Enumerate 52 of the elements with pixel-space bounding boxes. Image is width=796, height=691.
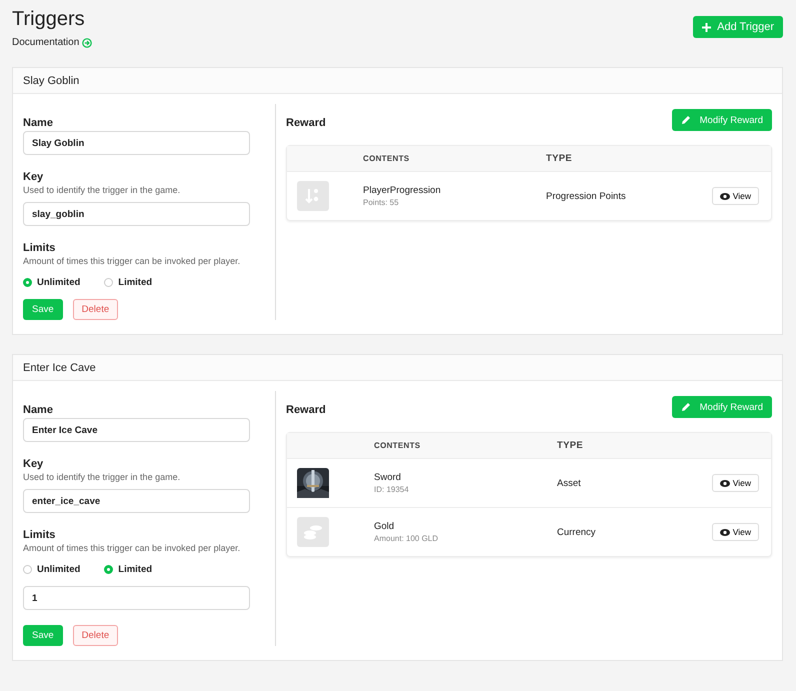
eye-icon	[720, 192, 730, 200]
radio-option[interactable]: Limited	[104, 277, 152, 288]
column-header: CONTENTS	[363, 154, 410, 163]
input-field[interactable]: Enter Ice Cave	[23, 418, 250, 442]
content-detail: Amount: 100 GLD	[374, 534, 440, 543]
column-header: TYPE	[546, 153, 574, 164]
column-header: TYPE	[557, 440, 584, 451]
input-field[interactable]: enter_ice_cave	[23, 489, 250, 513]
page-title: Triggers	[12, 8, 86, 31]
eye-icon	[720, 528, 730, 536]
input-field[interactable]: 1	[23, 586, 250, 610]
sort-icon	[297, 181, 329, 211]
field-hint: Used to identify the trigger in the game.	[23, 472, 182, 482]
content-type: Currency	[557, 526, 597, 538]
content-name: PlayerProgression	[363, 185, 442, 196]
pencil-icon	[680, 115, 691, 125]
content-type: Asset	[557, 478, 582, 488]
view-button[interactable]: View	[712, 523, 759, 541]
field-label: Key	[23, 171, 44, 183]
section-label: Reward	[286, 117, 326, 129]
plus-icon	[702, 22, 712, 32]
arrow-circle-icon	[82, 38, 92, 48]
delete-button[interactable]: Delete	[72, 625, 118, 646]
card-title: Enter Ice Cave	[13, 355, 782, 381]
view-button[interactable]: View	[712, 187, 759, 205]
view-button[interactable]: View	[712, 474, 759, 492]
radio-option[interactable]: Unlimited	[23, 564, 80, 575]
content-name: Sword	[374, 472, 402, 483]
field-hint: Amount of times this trigger can be invoked per player.	[23, 543, 242, 553]
content-type: Progression Points	[546, 190, 627, 202]
field-label: Key	[23, 458, 44, 470]
field-label: Limits	[23, 529, 56, 541]
field-label: Name	[23, 117, 54, 129]
section-label: Reward	[286, 404, 326, 416]
field-hint: Amount of times this trigger can be invoked per player.	[23, 256, 242, 266]
field-label: Name	[23, 404, 54, 416]
radio-option[interactable]: Limited	[104, 564, 152, 575]
input-field[interactable]: slay_goblin	[23, 202, 250, 226]
content-name: Gold	[374, 521, 396, 532]
field-label: Limits	[23, 242, 56, 254]
pencil-icon	[680, 402, 691, 412]
radio-option[interactable]: Unlimited	[23, 277, 80, 288]
field-hint: Used to identify the trigger in the game.	[23, 185, 182, 195]
eye-icon	[720, 480, 730, 486]
card-title: Slay Goblin	[13, 68, 782, 94]
input-field[interactable]: Slay Goblin	[23, 131, 250, 155]
delete-button[interactable]: Delete	[72, 299, 118, 320]
content-detail: ID: 19354	[374, 485, 410, 494]
coins-icon	[297, 517, 329, 547]
content-detail: Points: 55	[363, 198, 400, 207]
documentation-link[interactable]: Documentation	[12, 37, 80, 48]
column-header: CONTENTS	[374, 441, 422, 450]
